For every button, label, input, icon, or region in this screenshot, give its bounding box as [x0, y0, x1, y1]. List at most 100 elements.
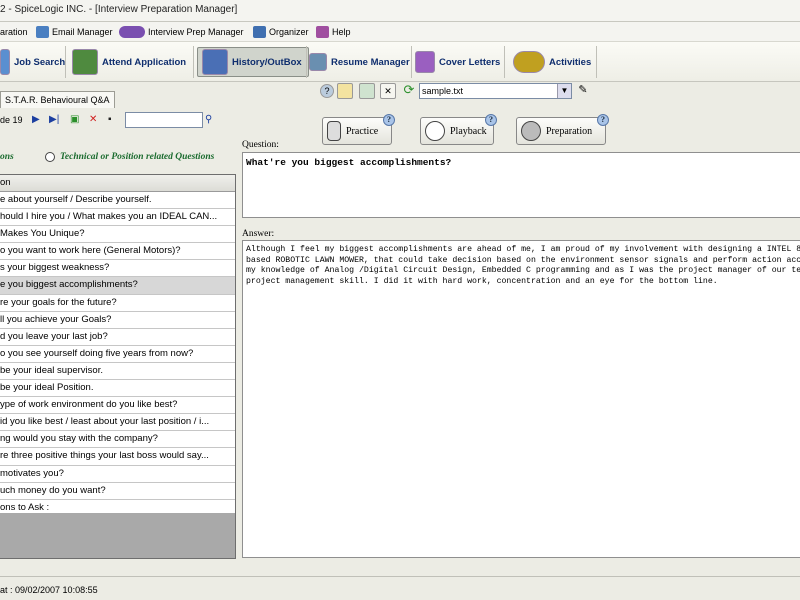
technical-questions-radio[interactable] — [45, 152, 55, 162]
add-record-icon[interactable]: ▣ — [70, 114, 79, 125]
menu-item-label: Help — [332, 27, 351, 37]
window-title: 2 - SpiceLogic INC. - [Interview Prepara… — [0, 4, 238, 15]
main-toolbar: Job Search Attend Application History/Ou… — [0, 42, 800, 82]
delete-icon[interactable]: ✕ — [380, 83, 396, 99]
toolbar-divider — [596, 46, 597, 78]
filter-option-label[interactable]: Technical or Position related Questions — [60, 152, 214, 162]
list-item[interactable]: id you like best / least about your last… — [0, 414, 235, 432]
binoculars-icon[interactable]: ⚲ — [205, 114, 212, 125]
list-item[interactable]: uch money do you want? — [0, 483, 235, 500]
list-item[interactable]: e about yourself / Describe yourself. — [0, 192, 235, 210]
toolbar-divider — [65, 46, 66, 78]
menu-item-interview-prep-manager[interactable]: Interview Prep Manager — [119, 22, 244, 42]
status-text: at : 09/02/2007 10:08:55 — [0, 585, 98, 595]
menu-item-label: Email Manager — [52, 27, 113, 37]
headphones-icon — [425, 121, 445, 141]
preparation-label: Preparation — [546, 125, 593, 137]
menu-item-preparation[interactable]: aration — [0, 22, 28, 42]
tab-row: S.T.A.R. Behavioural Q&A — [0, 82, 800, 108]
question-text: What're you biggest accomplishments? — [246, 157, 452, 168]
list-item[interactable]: motivates you? — [0, 466, 235, 483]
email-icon — [36, 26, 49, 38]
menu-item-label: Interview Prep Manager — [148, 27, 244, 37]
list-item[interactable]: be your ideal supervisor. — [0, 363, 235, 381]
notes-icon[interactable]: ✎ — [575, 83, 591, 99]
list-item[interactable]: o you see yourself doing five years from… — [0, 346, 235, 363]
toolbar-divider — [504, 46, 505, 78]
question-label: Question: — [242, 140, 279, 150]
history-outbox-button[interactable]: History/OutBox — [197, 47, 309, 77]
toolbar-label: Activities — [549, 56, 592, 68]
question-rows: e about yourself / Describe yourself. hou… — [0, 192, 235, 517]
question-list-header[interactable]: on — [0, 175, 235, 192]
list-item[interactable]: d you leave your last job? — [0, 329, 235, 346]
list-item[interactable]: e you biggest accomplishments? — [0, 277, 235, 295]
refresh-icon[interactable]: ⟳ — [401, 83, 417, 99]
record-position: de 19 — [0, 115, 23, 125]
playback-label: Playback — [450, 125, 487, 137]
menu-item-organizer[interactable]: Organizer — [253, 22, 309, 42]
cover-letters-icon — [415, 51, 435, 73]
question-type-filter: ons Technical or Position related Questi… — [0, 150, 240, 166]
history-outbox-icon — [202, 49, 228, 75]
list-item[interactable]: Makes You Unique? — [0, 226, 235, 244]
delete-record-icon[interactable]: ✕ — [89, 114, 97, 125]
title-bar: 2 - SpiceLogic INC. - [Interview Prepara… — [0, 0, 800, 22]
filter-option-label[interactable]: ons — [0, 152, 14, 162]
list-item[interactable]: o you want to work here (General Motors)… — [0, 243, 235, 261]
activities-button[interactable]: Activities — [513, 47, 591, 77]
help-question-icon[interactable]: ? — [383, 114, 395, 126]
playback-button[interactable]: Playback ? — [420, 114, 497, 145]
practice-label: Practice — [346, 125, 379, 137]
answer-line: Although I feel my biggest accomplishmen… — [246, 245, 800, 254]
list-item[interactable]: be your ideal Position. — [0, 380, 235, 398]
list-item[interactable]: re three positive things your last boss … — [0, 448, 235, 466]
resume-manager-button[interactable]: Resume Manager — [309, 47, 410, 77]
search-input[interactable] — [125, 112, 203, 128]
cover-letters-button[interactable]: Cover Letters — [415, 47, 500, 77]
speaker-icon — [521, 121, 541, 141]
record-navigator: de 19 ▶ ▶| ▣ ✕ ▪ ⚲ — [0, 108, 240, 134]
resume-manager-icon — [309, 53, 327, 71]
help-question-icon[interactable]: ? — [597, 114, 609, 126]
question-list: on e about yourself / Describe yourself.… — [0, 174, 236, 559]
answer-line: based ROBOTIC LAWN MOWER, that could tak… — [246, 255, 800, 265]
list-item[interactable]: hould I hire you / What makes you an IDE… — [0, 209, 235, 227]
practice-button[interactable]: Practice ? — [322, 114, 395, 145]
next-record-icon[interactable]: ▶ — [32, 114, 40, 125]
list-item[interactable]: re your goals for the future? — [0, 295, 235, 312]
new-file-icon[interactable] — [359, 83, 375, 99]
toolbar-divider — [306, 46, 307, 78]
answer-line: project management skill. I did it with … — [246, 276, 718, 286]
save-icon[interactable]: ▪ — [108, 114, 112, 125]
list-item[interactable]: ype of work environment do you like best… — [0, 397, 235, 415]
list-item[interactable]: s your biggest weakness? — [0, 260, 235, 278]
organizer-icon — [253, 26, 266, 38]
answer-text-box[interactable]: Although I feel my biggest accomplishmen… — [242, 240, 800, 558]
app-window: 2 - SpiceLogic INC. - [Interview Prepara… — [0, 0, 800, 600]
interview-prep-icon — [119, 26, 145, 38]
toolbar-label: Cover Letters — [439, 56, 501, 68]
last-record-icon[interactable]: ▶| — [49, 114, 59, 125]
file-select[interactable]: sample.txt ▼ — [419, 83, 572, 99]
toolbar-label: History/OutBox — [232, 56, 302, 68]
help-icon — [316, 26, 329, 38]
tab-star-behavioural[interactable]: S.T.A.R. Behavioural Q&A — [0, 91, 115, 108]
job-search-button[interactable]: Job Search — [0, 47, 65, 77]
question-text-box[interactable]: What're you biggest accomplishments? — [242, 152, 800, 218]
menu-item-help[interactable]: Help — [316, 22, 351, 42]
chevron-down-icon[interactable]: ▼ — [557, 84, 571, 98]
toolbar-divider — [193, 46, 194, 78]
open-folder-icon[interactable] — [337, 83, 353, 99]
preparation-button[interactable]: Preparation ? — [516, 114, 609, 145]
status-bar: at : 09/02/2007 10:08:55 — [0, 576, 800, 600]
help-question-icon[interactable]: ? — [485, 114, 497, 126]
menu-item-label: aration — [0, 27, 28, 37]
microphone-icon — [327, 121, 341, 141]
menu-item-email-manager[interactable]: Email Manager — [36, 22, 113, 42]
toolbar-label: Attend Application — [102, 56, 187, 68]
help-question-icon[interactable]: ? — [320, 84, 334, 98]
list-item[interactable]: ng would you stay with the company? — [0, 431, 235, 449]
list-item[interactable]: ll you achieve your Goals? — [0, 312, 235, 329]
attend-application-button[interactable]: Attend Application — [72, 47, 186, 77]
